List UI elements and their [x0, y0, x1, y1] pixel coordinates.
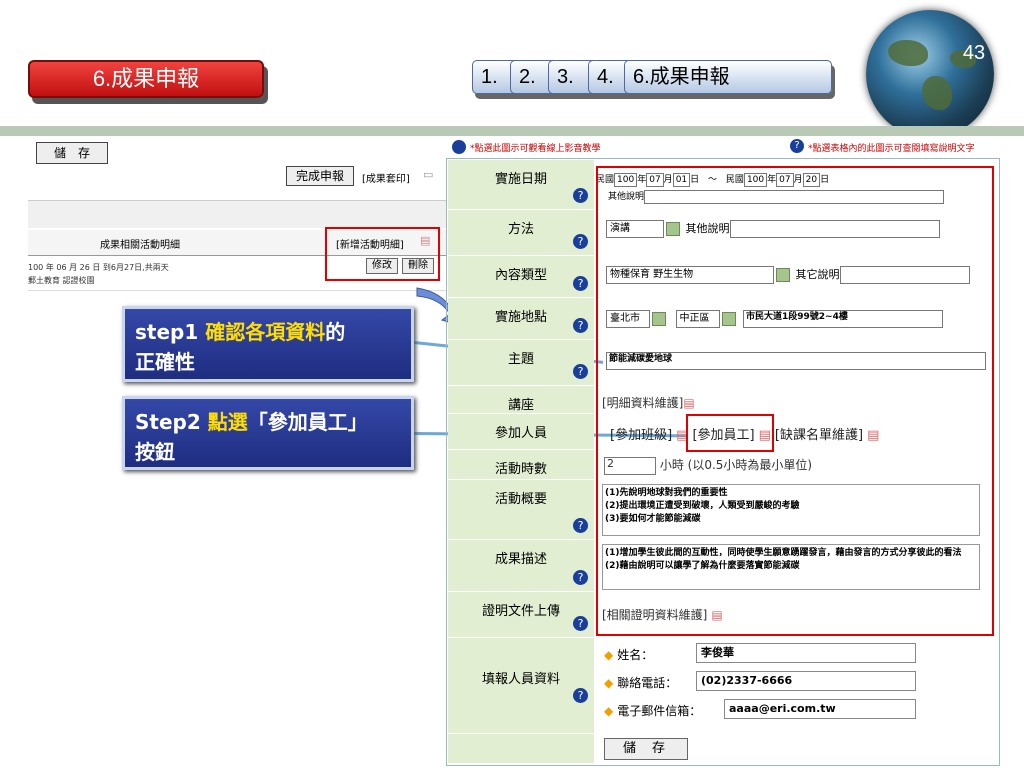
- step2-callout: Step2 點選「參加員工」 按鈕: [122, 396, 414, 470]
- globe-icon: [866, 10, 994, 138]
- reporter-name-input[interactable]: 李俊華: [696, 643, 916, 663]
- left-divider: [28, 200, 446, 228]
- activity-list-title: 成果相關活動明細: [100, 240, 180, 251]
- step1-suffix: 的: [325, 320, 346, 344]
- highlight-box-form: [596, 166, 994, 636]
- step1-line2: 正確性: [135, 350, 195, 374]
- label-result: 成果描述?: [448, 540, 594, 592]
- page-number: 43: [962, 42, 986, 64]
- activity-location: 郵土教育 認證校園: [28, 276, 95, 285]
- step1-prefix: step1: [135, 320, 206, 344]
- help-icon[interactable]: ?: [573, 616, 588, 631]
- complete-report-button[interactable]: 完成申報: [286, 166, 354, 186]
- label-hours: 活動時數: [448, 450, 594, 480]
- activity-date: 100 年 06 月 26 日 到6月27日,共兩天: [28, 263, 169, 272]
- help-icon[interactable]: ?: [573, 688, 588, 703]
- reporter-email-input[interactable]: aaaa@eri.com.tw: [724, 699, 916, 719]
- reporter-phone-row: ◆ 聯絡電話：: [604, 676, 678, 690]
- label-overview: 活動概要?: [448, 480, 594, 540]
- help-icon[interactable]: ?: [573, 234, 588, 249]
- step1-highlight: 確認各項資料: [205, 320, 326, 344]
- header-divider: [0, 126, 1024, 136]
- save-button-right[interactable]: 儲存: [604, 738, 688, 760]
- slide-title: 6.成果申報: [28, 60, 264, 98]
- step2-line2: 按鈕: [135, 440, 175, 464]
- printer-icon[interactable]: ▭: [423, 168, 433, 181]
- bullet-icon: ◆: [604, 676, 614, 690]
- help-icon[interactable]: ?: [573, 518, 588, 533]
- label-participants: 參加人員: [448, 414, 594, 450]
- help-icon[interactable]: ?: [573, 276, 588, 291]
- left-separator: [28, 290, 446, 291]
- step2-highlight: 點選: [207, 410, 248, 434]
- bullet-icon: ◆: [604, 704, 614, 718]
- video-tip: *點選此圖示可觀看線上影音教學: [470, 144, 601, 154]
- help-icon[interactable]: ?: [573, 318, 588, 333]
- step1-callout: step1 確認各項資料的 正確性: [122, 306, 414, 382]
- highlight-box-activity: [325, 227, 440, 281]
- label-upload: 證明文件上傳?: [448, 592, 594, 638]
- step-tab-6[interactable]: 6.成果申報: [624, 60, 832, 94]
- help-icon[interactable]: ?: [573, 570, 588, 585]
- reporter-name-row: ◆ 姓名：: [604, 648, 654, 662]
- help-tip: *點選表格內的此圖示可查閱填寫說明文字: [808, 144, 975, 154]
- label-topic: 主題?: [448, 340, 594, 386]
- reporter-email-row: ◆ 電子郵件信箱：: [604, 704, 702, 718]
- step2-suffix: 「參加員工」: [247, 410, 368, 434]
- save-button-left[interactable]: 儲 存: [36, 142, 108, 164]
- help-icon[interactable]: ?: [573, 364, 588, 379]
- help-icon[interactable]: ?: [573, 188, 588, 203]
- label-method: 方法?: [448, 210, 594, 256]
- label-reporter: 填報人員資料?: [448, 638, 594, 734]
- help-icon[interactable]: ?: [790, 139, 804, 153]
- label-location: 實施地點?: [448, 298, 594, 340]
- video-icon[interactable]: [452, 140, 466, 154]
- bullet-icon: ◆: [604, 648, 614, 662]
- label-lecture: 講座: [448, 386, 594, 414]
- label-date: 實施日期?: [448, 160, 594, 210]
- label-empty: [448, 734, 594, 764]
- label-content-type: 內容類型?: [448, 256, 594, 298]
- print-result-link[interactable]: [成果套印]: [362, 170, 410, 185]
- reporter-phone-input[interactable]: (02)2337-6666: [696, 671, 916, 691]
- step2-prefix: Step2: [135, 410, 208, 434]
